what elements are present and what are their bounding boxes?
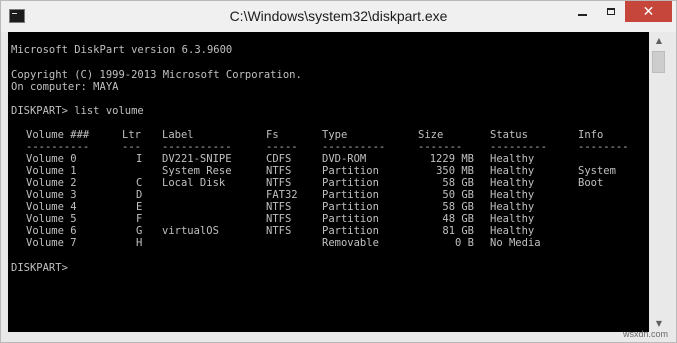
col-label: Label (162, 129, 194, 141)
cell-type: DVD-ROM (322, 153, 367, 165)
minimize-button[interactable] (569, 1, 596, 22)
cell-fs: NTFS (266, 225, 292, 237)
col-type: Type (322, 129, 348, 141)
cell-status: Healthy (490, 153, 535, 165)
cell-size: 81 GB (442, 225, 474, 237)
cell-fs: NTFS (266, 165, 292, 177)
cell-volume: Volume 2 (26, 177, 77, 189)
col-status: Status (490, 129, 528, 141)
col-info: Info (578, 129, 604, 141)
minimize-icon (578, 13, 587, 16)
sep-type: ---------- (322, 141, 386, 153)
cell-volume: Volume 4 (26, 201, 77, 213)
watermark: wsxdn.com (623, 329, 669, 339)
cell-volume: Volume 1 (26, 165, 77, 177)
copyright-line: Copyright (C) 1999-2013 Microsoft Corpor… (11, 69, 302, 81)
cell-type: Partition (322, 165, 379, 177)
cell-volume: Volume 6 (26, 225, 77, 237)
cell-label: DV221-SNIPE (162, 153, 232, 165)
cell-ltr: E (136, 201, 143, 213)
cell-status: Healthy (490, 201, 535, 213)
cell-type: Partition (322, 189, 379, 201)
cell-fs: CDFS (266, 153, 292, 165)
console-output[interactable]: Microsoft DiskPart version 6.3.9600 Copy… (8, 32, 649, 332)
version-line: Microsoft DiskPart version 6.3.9600 (11, 44, 233, 56)
sep-volume: ---------- (26, 141, 90, 153)
cell-fs: NTFS (266, 177, 292, 189)
cell-status: Healthy (490, 225, 535, 237)
cell-volume: Volume 5 (26, 213, 77, 225)
sep-ltr: --- (122, 141, 141, 153)
cell-fs: FAT32 (266, 189, 298, 201)
cell-volume: Volume 3 (26, 189, 77, 201)
cell-type: Partition (322, 213, 379, 225)
scroll-thumb[interactable] (652, 51, 665, 73)
cell-status: No Media (490, 237, 541, 249)
cell-type: Partition (322, 177, 379, 189)
cell-status: Healthy (490, 165, 535, 177)
scroll-up-icon[interactable]: ▲ (649, 32, 669, 49)
cell-size: 58 GB (442, 177, 474, 189)
sep-label: ----------- (162, 141, 232, 153)
cell-label: virtualOS (162, 225, 219, 237)
cell-info: Boot (578, 177, 604, 189)
cell-ltr: F (136, 213, 143, 225)
cell-size: 50 GB (442, 189, 474, 201)
computer-line: On computer: MAYA (11, 81, 119, 93)
cell-label: System Rese (162, 165, 232, 177)
col-size: Size (418, 129, 444, 141)
prompt-line[interactable]: DISKPART> (11, 262, 74, 274)
cell-size: 48 GB (442, 213, 474, 225)
cell-status: Healthy (490, 189, 535, 201)
cell-type: Partition (322, 201, 379, 213)
cell-size: 58 GB (442, 201, 474, 213)
cell-ltr: I (136, 153, 143, 165)
col-fs: Fs (266, 129, 279, 141)
cell-ltr: D (136, 189, 143, 201)
col-ltr: Ltr (122, 129, 141, 141)
cell-info: System (578, 165, 616, 177)
cell-size: 0 B (455, 237, 474, 249)
cell-fs: NTFS (266, 201, 292, 213)
title-bar[interactable]: C:\Windows\system32\diskpart.exe ✕ (1, 1, 676, 32)
maximize-icon (606, 8, 615, 15)
cell-fs: NTFS (266, 213, 292, 225)
cell-type: Removable (322, 237, 379, 249)
cell-size: 350 MB (436, 165, 474, 177)
sep-fs: ----- (266, 141, 298, 153)
cell-ltr: C (136, 177, 143, 189)
sep-info: -------- (578, 141, 629, 153)
close-button[interactable]: ✕ (625, 1, 672, 22)
cell-volume: Volume 0 (26, 153, 77, 165)
maximize-button[interactable] (597, 1, 624, 22)
command-line: DISKPART> list volume (11, 105, 144, 117)
cell-size: 1229 MB (429, 153, 474, 165)
sep-status: --------- (490, 141, 547, 153)
cell-ltr: H (136, 237, 143, 249)
cell-ltr: G (136, 225, 143, 237)
col-volume: Volume ### (26, 129, 90, 141)
cell-volume: Volume 7 (26, 237, 77, 249)
cell-label: Local Disk (162, 177, 226, 189)
cell-status: Healthy (490, 177, 535, 189)
cell-type: Partition (322, 225, 379, 237)
vertical-scrollbar[interactable]: ▲ ▼ (649, 32, 669, 332)
console-window: C:\Windows\system32\diskpart.exe ✕ Micro… (0, 0, 677, 343)
sep-size: ------- (418, 141, 463, 153)
cell-status: Healthy (490, 213, 535, 225)
